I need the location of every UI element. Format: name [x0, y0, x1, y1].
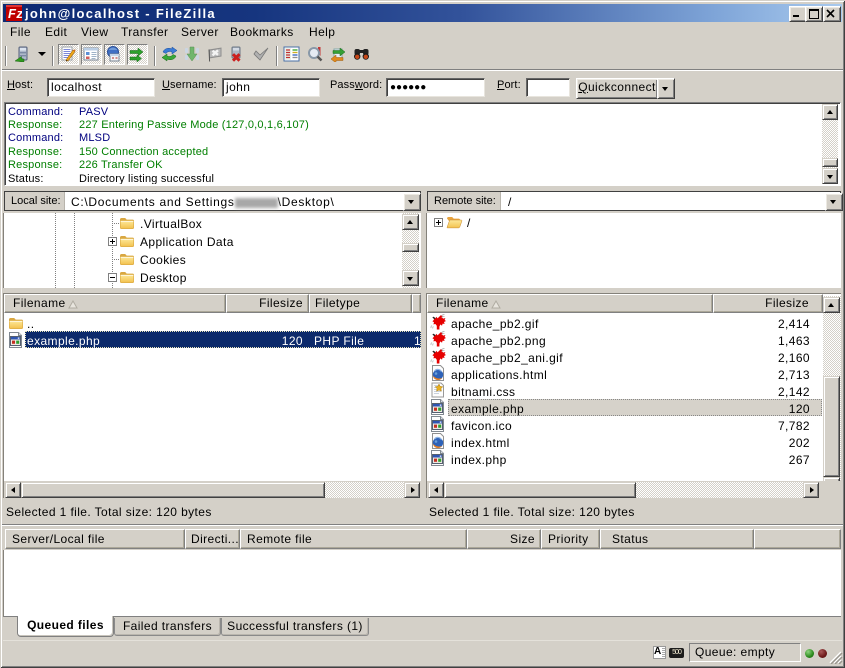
svg-text:Fz: Fz [8, 6, 22, 21]
